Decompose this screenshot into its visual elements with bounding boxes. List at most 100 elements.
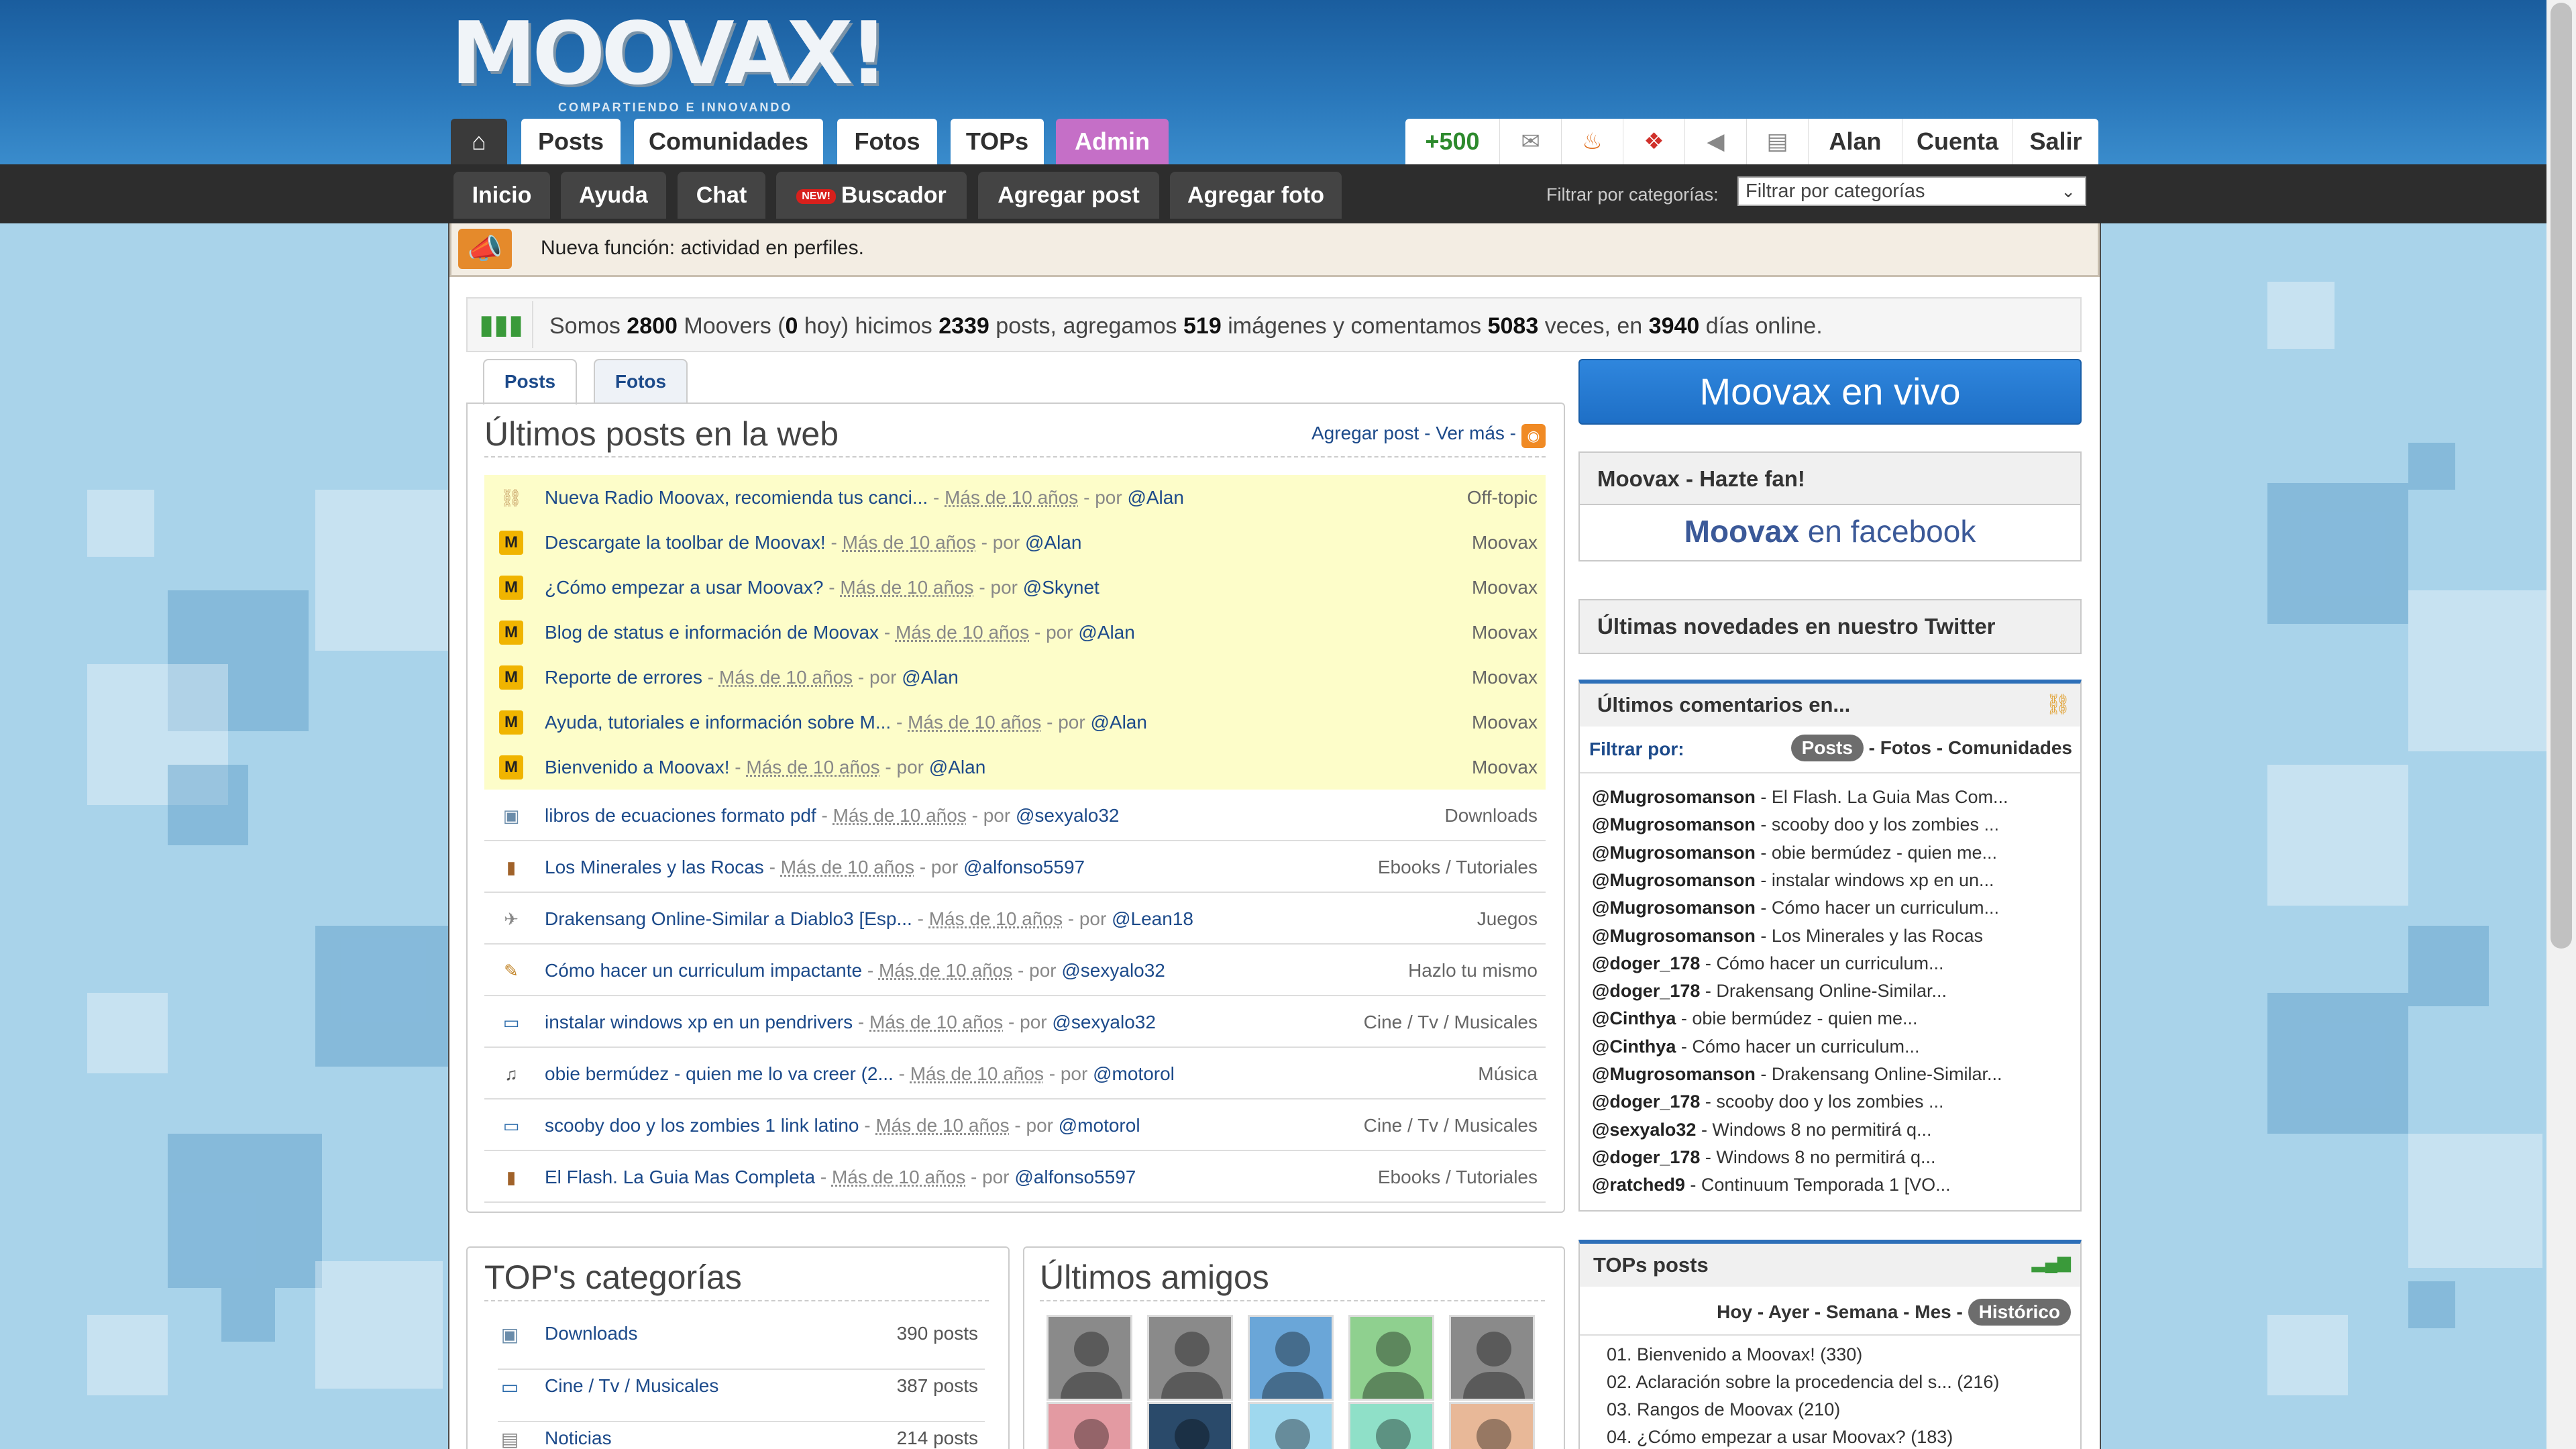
- tab-admin[interactable]: Admin: [1056, 119, 1169, 164]
- comment-author[interactable]: @Mugrosomanson: [1592, 926, 1756, 946]
- comment-author[interactable]: @Mugrosomanson: [1592, 787, 1756, 807]
- comment-author[interactable]: @Cinthya: [1592, 1008, 1676, 1028]
- comment-post-link[interactable]: - Los Minerales y las Rocas: [1756, 926, 1983, 946]
- comment-author[interactable]: @Mugrosomanson: [1592, 898, 1756, 918]
- facebook-link[interactable]: Moovax en facebook: [1580, 511, 2080, 552]
- post-row[interactable]: M Ayuda, tutoriales e información sobre M…: [484, 700, 1546, 745]
- friend-avatar[interactable]: [1147, 1402, 1233, 1449]
- post-author-link[interactable]: @Lean18: [1112, 908, 1193, 929]
- post-category[interactable]: Ebooks / Tutoriales: [1378, 1151, 1538, 1203]
- comment-author[interactable]: @doger_178: [1592, 981, 1700, 1001]
- friend-avatar[interactable]: [1449, 1402, 1535, 1449]
- comment-post-link[interactable]: - scooby doo y los zombies ...: [1756, 814, 1999, 835]
- rss-icon[interactable]: ◉: [1521, 424, 1546, 448]
- friend-avatar[interactable]: [1348, 1315, 1434, 1401]
- tab-home[interactable]: ⌂: [451, 119, 507, 164]
- post-title-link[interactable]: libros de ecuaciones formato pdf: [545, 805, 816, 826]
- comment-row[interactable]: @Mugrosomanson - Drakensang Online-Simil…: [1592, 1064, 2002, 1085]
- post-category[interactable]: Moovax: [1472, 655, 1538, 700]
- post-category[interactable]: Moovax: [1472, 700, 1538, 745]
- post-row[interactable]: M Descargate la toolbar de Moovax! - Más …: [484, 520, 1546, 565]
- post-title-link[interactable]: scooby doo y los zombies 1 link latino: [545, 1115, 859, 1136]
- comment-row[interactable]: @ratched9 - Continuum Temporada 1 [VO...: [1592, 1175, 1951, 1195]
- post-row[interactable]: ✈ Drakensang Online-Similar a Diablo3 [Es…: [484, 893, 1546, 945]
- comment-row[interactable]: @doger_178 - Windows 8 no permitirá q...: [1592, 1147, 1936, 1168]
- comment-row[interactable]: @Cinthya - Cómo hacer un curriculum...: [1592, 1036, 1919, 1057]
- clipboard-icon[interactable]: ▤: [1746, 119, 1808, 164]
- post-author-link[interactable]: @motorol: [1093, 1063, 1175, 1084]
- subnav-ayuda[interactable]: Ayuda: [561, 172, 666, 219]
- post-row[interactable]: ▭ scooby doo y los zombies 1 link latino …: [484, 1099, 1546, 1151]
- comment-row[interactable]: @sexyalo32 - Windows 8 no permitirá q...: [1592, 1120, 1932, 1140]
- user-link[interactable]: Alan: [1808, 119, 1902, 164]
- tab-posts[interactable]: Posts: [521, 119, 621, 164]
- post-author-link[interactable]: @Alan: [902, 667, 958, 688]
- post-author-link[interactable]: @sexyalo32: [1052, 1012, 1156, 1032]
- filter-other-options[interactable]: - Fotos - Comunidades: [1864, 737, 2072, 758]
- post-row[interactable]: ▮ Los Minerales y las Rocas - Más de 10 a…: [484, 841, 1546, 893]
- post-title-link[interactable]: Drakensang Online-Similar a Diablo3 [Esp…: [545, 908, 912, 929]
- post-title-link[interactable]: instalar windows xp en un pendrivers: [545, 1012, 853, 1032]
- post-title-link[interactable]: El Flash. La Guia Mas Completa: [545, 1167, 815, 1187]
- comment-post-link[interactable]: - obie bermúdez - quien me...: [1676, 1008, 1918, 1028]
- post-author-link[interactable]: @sexyalo32: [1016, 805, 1120, 826]
- category-name[interactable]: Downloads: [545, 1323, 638, 1344]
- post-title-link[interactable]: Bienvenido a Moovax!: [545, 757, 730, 777]
- post-row[interactable]: M Blog de status e información de Moovax …: [484, 610, 1546, 655]
- fire-icon[interactable]: ♨: [1561, 119, 1623, 164]
- post-title-link[interactable]: Los Minerales y las Rocas: [545, 857, 764, 877]
- post-author-link[interactable]: @Alan: [1127, 487, 1183, 508]
- comment-author[interactable]: @Mugrosomanson: [1592, 1064, 1756, 1084]
- friend-avatar[interactable]: [1248, 1315, 1334, 1401]
- comment-post-link[interactable]: - obie bermúdez - quien me...: [1756, 843, 1997, 863]
- comment-author[interactable]: @doger_178: [1592, 1091, 1700, 1112]
- comments-filter-options[interactable]: Posts - Fotos - Comunidades: [1790, 735, 2072, 761]
- filter-posts-pill[interactable]: Posts: [1790, 735, 1864, 761]
- twitter-box-title[interactable]: Últimas novedades en nuestro Twitter: [1580, 600, 2080, 653]
- comment-author[interactable]: @Mugrosomanson: [1592, 870, 1756, 890]
- post-category[interactable]: Moovax: [1472, 520, 1538, 565]
- comment-author[interactable]: @Mugrosomanson: [1592, 843, 1756, 863]
- subnav-buscador[interactable]: NEW! Buscador: [776, 172, 967, 219]
- post-category[interactable]: Hazlo tu mismo: [1408, 945, 1538, 996]
- post-author-link[interactable]: @sexyalo32: [1061, 960, 1165, 981]
- comment-author[interactable]: @sexyalo32: [1592, 1120, 1696, 1140]
- post-author-link[interactable]: @Alan: [1090, 712, 1146, 733]
- comment-post-link[interactable]: - instalar windows xp en un...: [1756, 870, 1994, 890]
- points-badge[interactable]: +500: [1405, 119, 1499, 164]
- comment-post-link[interactable]: - Drakensang Online-Similar...: [1756, 1064, 2002, 1084]
- mail-icon[interactable]: ✉: [1499, 119, 1561, 164]
- post-category[interactable]: Cine / Tv / Musicales: [1364, 1099, 1538, 1151]
- post-row[interactable]: M ¿Cómo empezar a usar Moovax? - Más de 1…: [484, 565, 1546, 610]
- comment-row[interactable]: @Mugrosomanson - Los Minerales y las Roc…: [1592, 926, 1983, 947]
- account-link[interactable]: Cuenta: [1902, 119, 2012, 164]
- post-author-link[interactable]: @motorol: [1059, 1115, 1140, 1136]
- friend-avatar[interactable]: [1449, 1315, 1535, 1401]
- top-post-row[interactable]: 01. Bienvenido a Moovax! (330): [1607, 1344, 1862, 1365]
- post-author-link[interactable]: @Alan: [1025, 532, 1081, 553]
- subnav-inicio[interactable]: Inicio: [453, 172, 550, 219]
- tab-fotos[interactable]: Fotos: [837, 119, 937, 164]
- comment-post-link[interactable]: - Windows 8 no permitirá q...: [1696, 1120, 1932, 1140]
- post-category[interactable]: Moovax: [1472, 610, 1538, 655]
- speaker-icon[interactable]: ◀: [1684, 119, 1746, 164]
- post-category[interactable]: Cine / Tv / Musicales: [1364, 996, 1538, 1048]
- top-period-options[interactable]: Hoy - Ayer - Semana - Mes -: [1717, 1301, 1963, 1322]
- top-post-row[interactable]: 03. Rangos de Moovax (210): [1607, 1399, 1840, 1420]
- comment-row[interactable]: @Mugrosomanson - El Flash. La Guia Mas C…: [1592, 787, 2008, 808]
- logout-link[interactable]: Salir: [2012, 119, 2098, 164]
- post-category[interactable]: Moovax: [1472, 745, 1538, 790]
- brand-logo[interactable]: MOOVAX! COMPARTIENDO E INNOVANDO: [451, 11, 888, 115]
- comment-post-link[interactable]: - Windows 8 no permitirá q...: [1700, 1147, 1936, 1167]
- category-name[interactable]: Noticias: [545, 1428, 612, 1449]
- post-row[interactable]: M Reporte de errores - Más de 10 años - p…: [484, 655, 1546, 700]
- post-title-link[interactable]: ¿Cómo empezar a usar Moovax?: [545, 577, 824, 598]
- post-title-link[interactable]: Blog de status e información de Moovax: [545, 622, 879, 643]
- comment-author[interactable]: @doger_178: [1592, 1147, 1700, 1167]
- post-title-link[interactable]: obie bermúdez - quien me lo va creer (2.…: [545, 1063, 894, 1084]
- comment-author[interactable]: @Cinthya: [1592, 1036, 1676, 1057]
- friend-avatar[interactable]: [1248, 1402, 1334, 1449]
- friend-avatar[interactable]: [1046, 1402, 1132, 1449]
- live-button[interactable]: Moovax en vivo: [1578, 359, 2082, 425]
- post-title-link[interactable]: Nueva Radio Moovax, recomienda tus canci…: [545, 487, 928, 508]
